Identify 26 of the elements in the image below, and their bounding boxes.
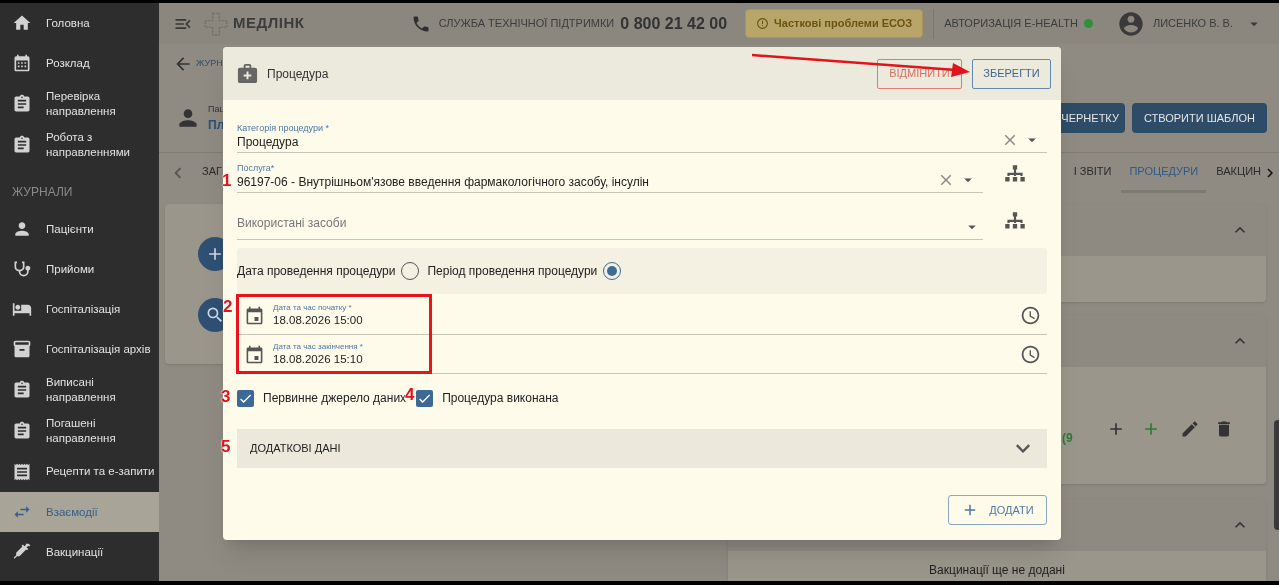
auth-label: АВТОРИЗАЦІЯ E-HEALTH bbox=[944, 16, 1078, 32]
empty-state-text: Вакцинації ще не додані bbox=[929, 562, 1065, 579]
field-value: 96197-06 - Внутрішньом'язове введення фармакологічного засобу, інсулін bbox=[237, 174, 650, 190]
step-number: 5 bbox=[221, 437, 231, 457]
field-value: Процедура bbox=[237, 134, 300, 150]
field-label: Дата та час початку * bbox=[273, 302, 353, 313]
support-label: СЛУЖБА ТЕХНІЧНОЇ ПІДТРИМКИ bbox=[438, 16, 615, 32]
logo-text: МЕДЛІНК bbox=[233, 13, 305, 34]
checkbox-label: Процедура виконана bbox=[442, 390, 559, 407]
field-value: 18.08.2026 15:10 bbox=[273, 352, 363, 367]
section-heading: ЖУРНАЛИ bbox=[12, 184, 73, 201]
step-number: 4 bbox=[405, 385, 415, 404]
step-number: 3 bbox=[221, 387, 231, 407]
dialog-title: Процедура bbox=[267, 65, 329, 83]
field-value: 18.08.2026 15:00 bbox=[273, 313, 363, 328]
radio-label: Дата проведення процедури bbox=[237, 263, 396, 280]
field-placeholder: Використані засоби bbox=[237, 215, 348, 231]
step-number: 1 bbox=[222, 171, 232, 191]
checkbox-label: Первинне джерело даних bbox=[263, 391, 407, 407]
field-label: Послуга* bbox=[237, 162, 276, 174]
count-text: (9 bbox=[1062, 430, 1073, 447]
step-number: 2 bbox=[223, 297, 233, 317]
support-phone: 0 800 21 42 00 bbox=[620, 13, 728, 34]
radio-label: Період проведення процедури bbox=[427, 263, 598, 280]
field-label: Категорія процедури * bbox=[237, 122, 330, 134]
field-label: Дата та час закінчення * bbox=[273, 341, 363, 352]
